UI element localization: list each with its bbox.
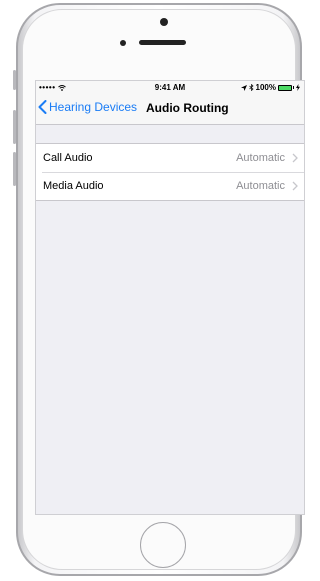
charging-bolt-icon <box>296 84 300 91</box>
navigation-bar: Hearing Devices Audio Routing <box>36 94 304 125</box>
volume-up-button <box>13 110 16 144</box>
location-arrow-icon <box>240 84 247 91</box>
proximity-sensor <box>120 40 126 46</box>
chevron-left-icon <box>38 100 47 114</box>
volume-down-button <box>13 152 16 186</box>
battery-fill <box>279 85 291 90</box>
chevron-right-icon <box>292 153 298 163</box>
media-audio-row[interactable]: Media Audio Automatic <box>36 172 304 200</box>
status-bar: ••••• 9:41 AM 100% <box>36 81 304 94</box>
battery-icon <box>278 84 292 91</box>
call-audio-row[interactable]: Call Audio Automatic <box>36 144 304 172</box>
call-audio-label: Call Audio <box>43 152 93 164</box>
battery-percent: 100% <box>255 83 276 92</box>
back-button[interactable]: Hearing Devices <box>38 100 137 114</box>
mute-switch <box>13 70 16 90</box>
page-title: Audio Routing <box>146 101 229 115</box>
call-audio-value: Automatic <box>236 152 285 164</box>
earpiece-speaker <box>139 40 186 45</box>
back-button-label: Hearing Devices <box>49 100 138 114</box>
chevron-right-icon <box>292 181 298 191</box>
home-button[interactable] <box>140 522 186 568</box>
media-audio-label: Media Audio <box>43 180 104 192</box>
bluetooth-icon <box>248 84 254 91</box>
battery-nub <box>293 86 294 89</box>
settings-group: Call Audio Automatic Media Audio Automat… <box>36 143 304 201</box>
media-audio-value: Automatic <box>236 180 285 192</box>
screen: ••••• 9:41 AM 100% Hearing Devices Audio… <box>35 80 305 515</box>
status-right: 100% <box>240 83 300 92</box>
front-camera <box>160 18 168 26</box>
